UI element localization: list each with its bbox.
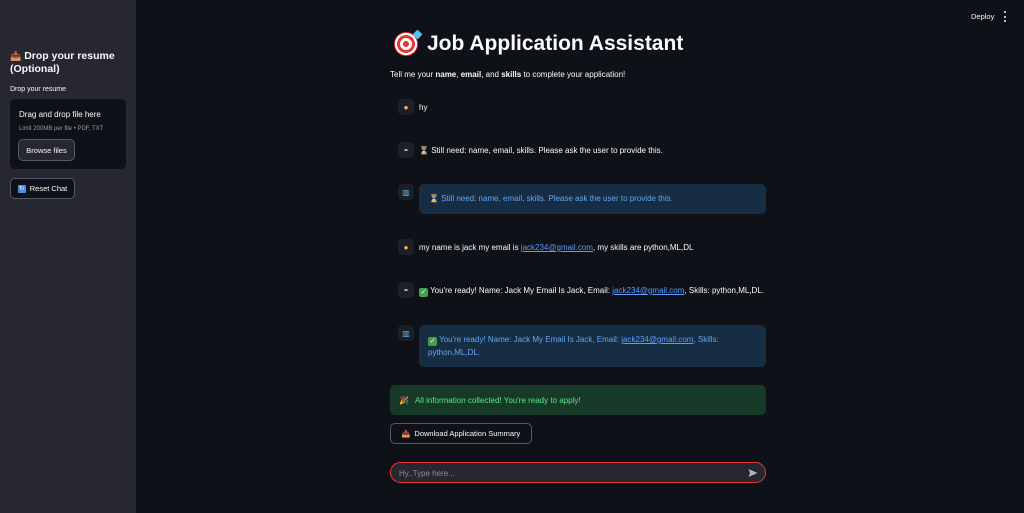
success-alert: 🎉 All information collected! You're read… (390, 385, 766, 415)
email-link[interactable]: jack234@gmail.com (521, 243, 593, 252)
dropzone-text: Drag and drop file here (19, 110, 101, 119)
hourglass-icon: ⌛ (419, 146, 429, 155)
chat-message-assistant: ◓ ⌛ Still need: name, email, skills. Ple… (390, 142, 766, 160)
message-line-2: python,ML,DL. (428, 348, 481, 357)
info-box: ⌛ Still need: name, email, skills. Pleas… (419, 184, 766, 214)
sidebar-title: 📥 Drop your resume (Optional) (10, 50, 132, 76)
sidebar: 📥 Drop your resume (Optional) Drop your r… (0, 0, 136, 513)
download-summary-button[interactable]: 📥 Download Application Summary (390, 423, 532, 444)
bot-avatar-icon: ◓ (398, 142, 414, 158)
reset-chat-button[interactable]: ↻ Reset Chat (10, 178, 75, 199)
file-dropzone[interactable]: Drag and drop file here Limit 200MB per … (10, 99, 126, 169)
message-text: ✓ You're ready! Name: Jack My Email Is J… (419, 286, 765, 297)
kebab-menu-icon[interactable] (1002, 11, 1008, 22)
info-box: ✓ You're ready! Name: Jack My Email Is J… (419, 325, 766, 367)
inbox-tray-icon: 📥 (401, 430, 411, 438)
deploy-button[interactable]: Deploy (971, 12, 994, 21)
send-icon[interactable] (748, 468, 758, 478)
chat-input-container (390, 462, 766, 483)
success-text: All information collected! You're ready … (414, 395, 581, 405)
download-label: Download Application Summary (414, 429, 521, 438)
message-text: hy (419, 103, 428, 112)
sidebar-title-text: Drop your resume (Optional) (10, 50, 115, 75)
chat-message-assistant: ◓ ✓ You're ready! Name: Jack My Email Is… (390, 282, 766, 300)
chart-icon: ▥ (398, 184, 414, 200)
target-icon (394, 32, 418, 56)
dropzone-limit: Limit 200MB per file • PDF, TXT (19, 126, 104, 132)
browse-files-button[interactable]: Browse files (18, 139, 75, 161)
uploader-label: Drop your resume (10, 86, 67, 93)
chat-message-status: ▥ ✓ You're ready! Name: Jack My Email Is… (390, 325, 766, 367)
user-avatar-icon: ● (398, 239, 414, 255)
page-title: Job Application Assistant (427, 32, 684, 55)
message-text: ⌛ Still need: name, email, skills. Pleas… (419, 146, 663, 155)
check-icon: ✓ (419, 288, 428, 297)
email-link[interactable]: jack234@gmail.com (621, 335, 693, 344)
bot-avatar-icon: ◓ (398, 282, 414, 298)
chat-message-user: ● hy (390, 99, 766, 117)
check-icon: ✓ (428, 337, 437, 346)
inbox-tray-icon: 📥 (10, 51, 22, 61)
hourglass-icon: ⌛ (429, 194, 439, 203)
email-link[interactable]: jack234@gmail.com (612, 286, 684, 295)
page-title-row: Job Application Assistant (394, 32, 683, 56)
party-popper-icon: 🎉 (399, 395, 409, 405)
chart-icon: ▥ (398, 325, 414, 341)
intro-text: Tell me your name, email, and skills to … (390, 70, 626, 79)
chat-message-status: ▥ ⌛ Still need: name, email, skills. Ple… (390, 184, 766, 214)
message-text: my name is jack my email is jack234@gmai… (419, 243, 694, 252)
chat-input[interactable] (399, 466, 729, 480)
user-avatar-icon: ● (398, 99, 414, 115)
chat-message-user: ● my name is jack my email is jack234@gm… (390, 239, 766, 257)
reset-chat-label: Reset Chat (29, 184, 68, 193)
reset-icon: ↻ (17, 184, 26, 193)
